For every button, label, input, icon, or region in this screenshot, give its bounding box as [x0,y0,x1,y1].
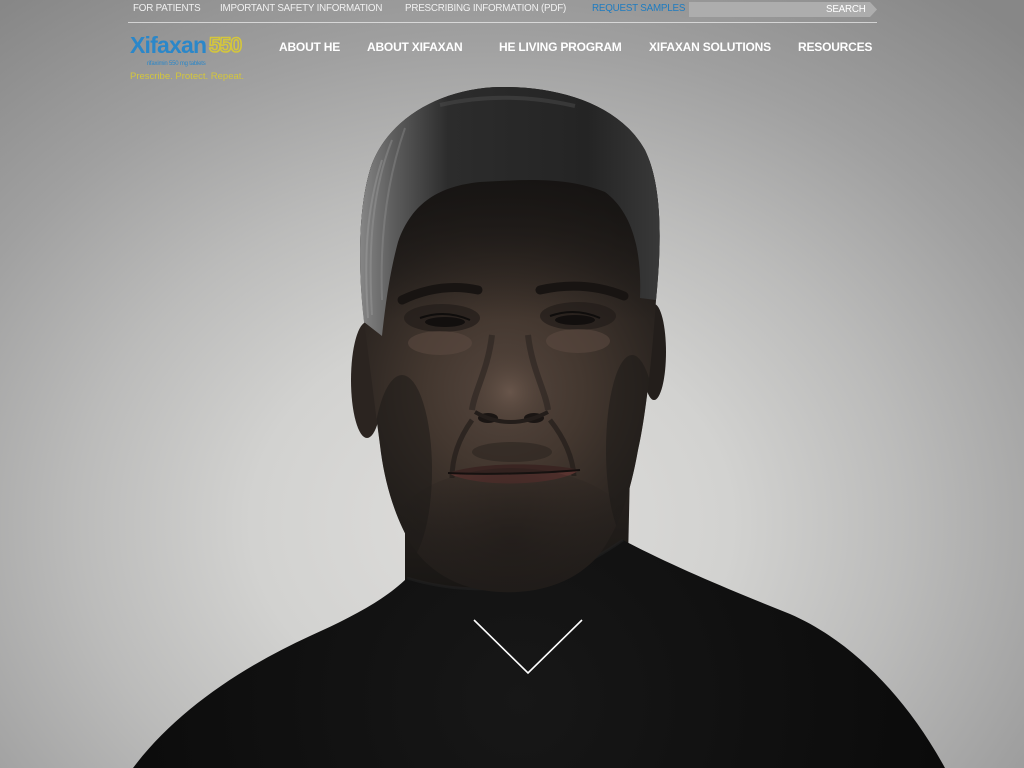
utility-link-prescribing-information[interactable]: PRESCRIBING INFORMATION (PDF) [405,3,566,15]
page: FOR PATIENTS IMPORTANT SAFETY INFORMATIO… [0,0,1024,768]
right-eye [555,315,595,325]
utility-link-request-samples[interactable]: REQUEST SAMPLES [592,3,685,15]
search-button[interactable]: SEARCH [819,2,877,17]
upper-lip-shade [472,442,552,462]
left-eye [425,317,465,327]
nav-about-he[interactable]: ABOUT HE [279,40,340,54]
nav-about-xifaxan[interactable]: ABOUT XIFAXAN [367,40,463,54]
logo-tagline: Prescribe. Protect. Repeat. [130,71,245,82]
nav-he-living-program[interactable]: HE LIVING PROGRAM [499,40,622,54]
utility-link-important-safety-information[interactable]: IMPORTANT SAFETY INFORMATION [220,3,382,15]
search-input[interactable] [689,2,819,17]
search-form: SEARCH [689,2,877,17]
header-divider [128,22,877,23]
right-under-eye [546,329,610,353]
logo-brand-name: Xifaxan [130,32,207,58]
chevron-down-icon [473,619,583,675]
scroll-down-button[interactable] [470,616,586,678]
site-header: FOR PATIENTS IMPORTANT SAFETY INFORMATIO… [0,0,1024,90]
nav-resources[interactable]: RESOURCES [798,40,872,54]
nav-xifaxan-solutions[interactable]: XIFAXAN SOLUTIONS [649,40,771,54]
left-under-eye [408,331,472,355]
logo-subtitle: rifaximin 550 mg tablets [147,61,206,67]
logo-strength: 550 [208,33,243,58]
utility-link-for-patients[interactable]: FOR PATIENTS [133,3,201,15]
logo[interactable]: Xifaxan 550 rifaximin 550 mg tablets Pre… [128,30,252,84]
